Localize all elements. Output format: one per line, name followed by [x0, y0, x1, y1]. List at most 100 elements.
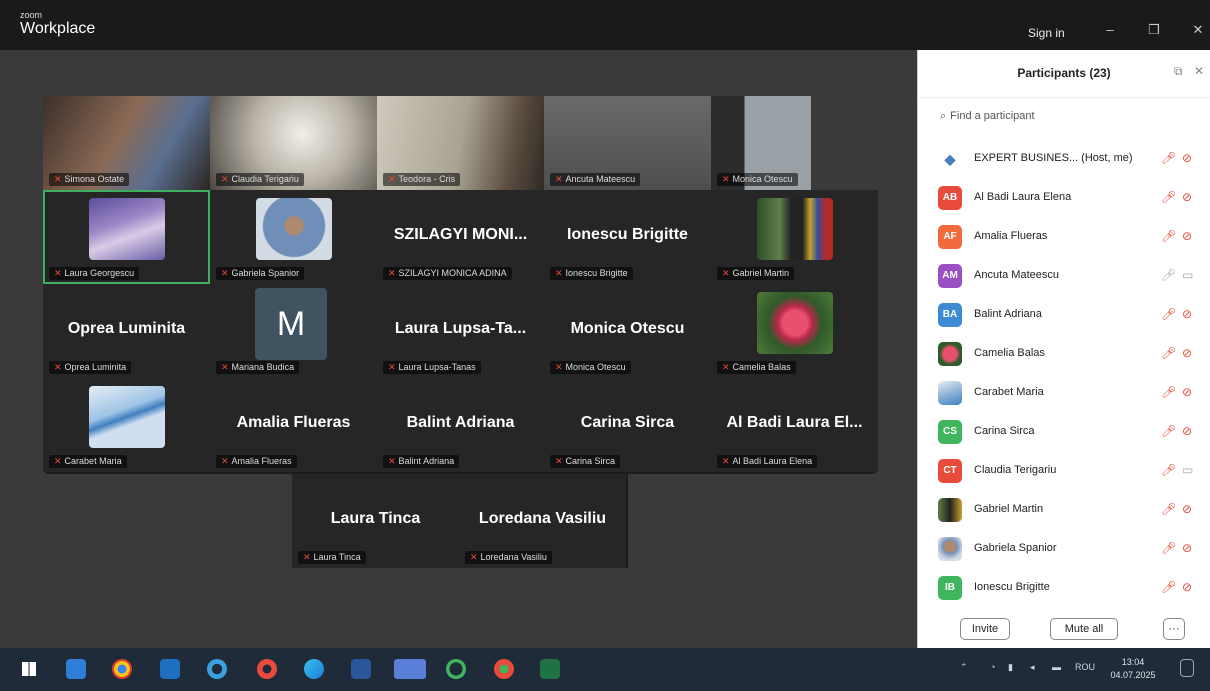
close-panel-icon[interactable]: ✕: [1194, 64, 1204, 78]
video-tile[interactable]: ✕ Monica Otescu: [711, 96, 878, 190]
mic-muted-icon[interactable]: 🎤︎: [1161, 307, 1176, 321]
tile-caption: ✕ Laura Lupsa-Tanas: [383, 361, 481, 374]
app-c-icon[interactable]: [207, 659, 227, 679]
mic-muted-icon[interactable]: 🎤︎: [1161, 580, 1176, 594]
close-icon[interactable]: ✕: [1186, 22, 1210, 40]
chrome-icon[interactable]: [112, 659, 132, 679]
camera-off-icon[interactable]: ⊘: [1182, 346, 1192, 360]
camera-off-icon[interactable]: ⊘: [1182, 424, 1192, 438]
mic-muted-icon[interactable]: 🎤︎: [1161, 502, 1176, 516]
language-indicator[interactable]: ROU: [1075, 662, 1095, 672]
minimize-icon[interactable]: –: [1098, 22, 1122, 40]
video-tile[interactable]: Laura Lupsa-Ta... ✕ Laura Lupsa-Tanas: [377, 284, 544, 378]
participant-row[interactable]: Camelia Balas 🎤︎ ⊘: [918, 335, 1210, 374]
camera-off-icon[interactable]: ⊘: [1182, 190, 1192, 204]
avatar: IB: [938, 576, 962, 600]
app-red-icon[interactable]: [257, 659, 277, 679]
app-green-red-icon[interactable]: [494, 659, 514, 679]
camera-off-icon[interactable]: ⊘: [1182, 307, 1192, 321]
participant-row[interactable]: IB Ionescu Brigitte 🎤︎ ⊘: [918, 569, 1210, 608]
video-tile[interactable]: Oprea Luminita ✕ Oprea Luminita: [43, 284, 210, 378]
mic-muted-icon[interactable]: 🎤︎: [1161, 346, 1176, 360]
participant-name: Gabriel Martin: [974, 503, 1044, 515]
tile-caption: ✕ Loredana Vasiliu: [465, 551, 552, 564]
volume-icon[interactable]: ◂: [1030, 662, 1035, 673]
camera-off-icon[interactable]: ⊘: [1182, 151, 1192, 165]
participant-name: Ionescu Brigitte: [974, 581, 1050, 593]
zoom-taskbar-icon[interactable]: [394, 659, 426, 679]
tray-expand-icon[interactable]: ⌃: [960, 662, 968, 673]
video-tile[interactable]: Ionescu Brigitte ✕ Ionescu Brigitte: [544, 190, 711, 284]
tile-caption-text: Ancuta Mateescu: [565, 174, 636, 184]
video-tile[interactable]: Carina Sirca ✕ Carina Sirca: [544, 378, 711, 472]
battery-icon[interactable]: ▮: [1008, 662, 1013, 673]
tile-caption-text: Balint Adriana: [398, 456, 455, 466]
video-tile[interactable]: Al Badi Laura El... ✕ Al Badi Laura Elena: [711, 378, 878, 472]
outlook-icon[interactable]: [160, 659, 180, 679]
video-tile[interactable]: M ✕ Mariana Budica: [210, 284, 377, 378]
mic-muted-icon[interactable]: 🎤︎: [1161, 268, 1176, 282]
mic-muted-icon[interactable]: 🎤︎: [1161, 151, 1176, 165]
sign-in-link[interactable]: Sign in: [1028, 26, 1065, 40]
participant-row[interactable]: BA Balint Adriana 🎤︎ ⊘: [918, 296, 1210, 335]
video-tile[interactable]: Monica Otescu ✕ Monica Otescu: [544, 284, 711, 378]
video-tile[interactable]: ✕ Camelia Balas: [711, 284, 878, 378]
mic-muted-icon[interactable]: 🎤︎: [1161, 541, 1176, 555]
participant-search[interactable]: ⌕ Find a participant: [940, 110, 1190, 132]
notification-icon[interactable]: [1180, 659, 1194, 677]
participant-row[interactable]: CS Carina Sirca 🎤︎ ⊘: [918, 413, 1210, 452]
video-tile[interactable]: Balint Adriana ✕ Balint Adriana: [377, 378, 544, 472]
participant-row[interactable]: CT Claudia Terigariu 🎤︎ ▭: [918, 452, 1210, 491]
camera-off-icon[interactable]: ⊘: [1182, 385, 1192, 399]
camera-off-icon[interactable]: ⊘: [1182, 580, 1192, 594]
invite-button[interactable]: Invite: [960, 618, 1010, 640]
mic-muted-icon: ✕: [555, 456, 563, 466]
camera-off-icon[interactable]: ⊘: [1182, 541, 1192, 555]
participant-row[interactable]: ◆ EXPERT BUSINES... (Host, me) 🎤︎ ⊘: [918, 140, 1210, 179]
search-input[interactable]: Find a participant: [950, 110, 1034, 122]
file-explorer-icon[interactable]: [66, 659, 86, 679]
video-tile[interactable]: ✕ Claudia Terigariu: [210, 96, 377, 190]
camera-icon[interactable]: ▭: [1182, 463, 1193, 477]
maximize-icon[interactable]: ❐: [1142, 22, 1166, 40]
video-tile[interactable]: Loredana Vasiliu ✕ Loredana Vasiliu: [459, 474, 626, 568]
excel-icon[interactable]: [540, 659, 560, 679]
participant-row[interactable]: AF Amalia Flueras 🎤︎ ⊘: [918, 218, 1210, 257]
edge-icon[interactable]: [304, 659, 324, 679]
mic-muted-icon: ✕: [54, 174, 62, 184]
more-options-button[interactable]: ···: [1163, 618, 1185, 640]
participant-row[interactable]: AM Ancuta Mateescu 🎤︎ ▭: [918, 257, 1210, 296]
camera-off-icon[interactable]: ⊘: [1182, 502, 1192, 516]
video-tile[interactable]: ✕ Simona Ostate: [43, 96, 210, 190]
video-tile-active-speaker[interactable]: ✕ Laura Georgescu: [43, 190, 210, 284]
video-tile[interactable]: ✕ Carabet Maria: [43, 378, 210, 472]
video-tile[interactable]: ✕ Gabriel Martin: [711, 190, 878, 284]
participant-row[interactable]: Gabriela Spanior 🎤︎ ⊘: [918, 530, 1210, 569]
keyboard-icon[interactable]: ▬: [1052, 662, 1061, 672]
clock[interactable]: 13:04 04.07.2025: [1108, 656, 1158, 682]
participant-row[interactable]: AB Al Badi Laura Elena 🎤︎ ⊘: [918, 179, 1210, 218]
camera-icon[interactable]: ▭: [1182, 268, 1193, 282]
mic-muted-icon[interactable]: 🎤︎: [1161, 424, 1176, 438]
participant-row[interactable]: Gabriel Martin 🎤︎ ⊘: [918, 491, 1210, 530]
video-tile[interactable]: ✕ Gabriela Spanior: [210, 190, 377, 284]
start-icon[interactable]: [22, 662, 36, 676]
app-logo: zoom Workplace: [20, 10, 95, 38]
mic-muted-icon[interactable]: 🎤︎: [1161, 229, 1176, 243]
popout-icon[interactable]: ⧉: [1174, 64, 1183, 79]
video-tile[interactable]: ✕ Ancuta Mateescu: [544, 96, 711, 190]
mic-muted-icon[interactable]: 🎤︎: [1161, 190, 1176, 204]
video-tile[interactable]: Laura Tinca ✕ Laura Tinca: [292, 474, 459, 568]
video-tile[interactable]: ✕ Teodora - Cris: [377, 96, 544, 190]
video-tile[interactable]: SZILAGYI MONI... ✕ SZILAGYI MONICA ADINA: [377, 190, 544, 284]
mic-muted-icon[interactable]: 🎤︎: [1161, 463, 1176, 477]
whatsapp-icon[interactable]: [446, 659, 466, 679]
word-icon[interactable]: [351, 659, 371, 679]
tile-caption-text: Monica Otescu: [732, 174, 793, 184]
network-icon[interactable]: ◔: [990, 662, 995, 672]
camera-off-icon[interactable]: ⊘: [1182, 229, 1192, 243]
participant-row[interactable]: Carabet Maria 🎤︎ ⊘: [918, 374, 1210, 413]
mute-all-button[interactable]: Mute all: [1050, 618, 1118, 640]
video-tile[interactable]: Amalia Flueras ✕ Amalia Flueras: [210, 378, 377, 472]
mic-muted-icon[interactable]: 🎤︎: [1161, 385, 1176, 399]
